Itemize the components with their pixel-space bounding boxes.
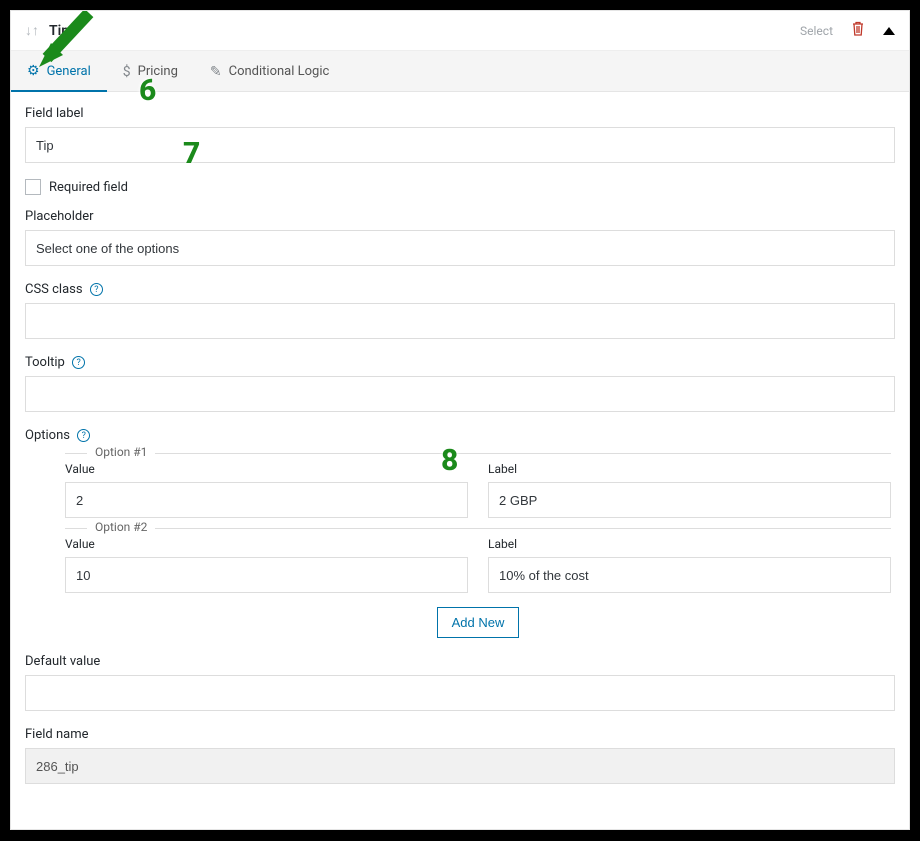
option-label-caption: Label <box>488 462 891 476</box>
option-label-caption: Label <box>488 537 891 551</box>
option-label-input[interactable] <box>488 557 891 593</box>
tab-conditional-label: Conditional Logic <box>229 64 330 79</box>
field-editor-panel: ↓↑ Tip Select ⚙ General $ Pricing ✎ Cond… <box>10 10 910 830</box>
option-row: Value Label ✕ <box>65 537 891 593</box>
required-field-row: Required field <box>25 179 895 195</box>
option-1-title: Option #1 <box>87 445 155 459</box>
tab-pricing[interactable]: $ Pricing <box>107 51 194 91</box>
remove-option-icon[interactable]: ✕ <box>909 569 910 585</box>
header-actions: Select <box>800 21 895 40</box>
add-new-row: Add New <box>65 607 891 638</box>
css-class-caption: CSS class ? <box>25 282 895 297</box>
tab-bar: ⚙ General $ Pricing ✎ Conditional Logic <box>11 51 909 92</box>
option-value-input[interactable] <box>65 557 468 593</box>
default-value-input[interactable] <box>25 675 895 711</box>
field-label-caption: Field label <box>25 106 895 121</box>
default-value-caption: Default value <box>25 654 895 669</box>
option-value-input[interactable] <box>65 482 468 518</box>
panel-title: Tip <box>49 23 69 39</box>
help-icon[interactable]: ? <box>90 283 103 296</box>
required-field-label: Required field <box>49 180 128 195</box>
options-caption: Options ? <box>25 428 895 443</box>
option-value-col: Value <box>65 462 468 518</box>
help-icon[interactable]: ? <box>77 429 90 442</box>
select-type-label: Select <box>800 24 833 38</box>
option-label-col: Label <box>488 462 891 518</box>
tooltip-label-text: Tooltip <box>25 355 65 370</box>
placeholder-group: Placeholder <box>25 209 895 266</box>
gear-icon: ⚙ <box>27 63 40 79</box>
field-name-caption: Field name <box>25 727 895 742</box>
dollar-icon: $ <box>123 64 131 80</box>
panel-header: ↓↑ Tip Select <box>11 11 909 51</box>
tooltip-group: Tooltip ? <box>25 355 895 412</box>
option-value-col: Value <box>65 537 468 593</box>
option-row: Value Label ✕ <box>65 462 891 518</box>
placeholder-caption: Placeholder <box>25 209 895 224</box>
field-label-input[interactable] <box>25 127 895 163</box>
field-label-group: Field label <box>25 106 895 163</box>
wand-icon: ✎ <box>210 64 222 80</box>
option-label-col: Label <box>488 537 891 593</box>
option-label-input[interactable] <box>488 482 891 518</box>
add-new-button[interactable]: Add New <box>437 607 520 638</box>
options-group: Options ? Option #1 Value Label ✕ <box>25 428 895 638</box>
tab-general-label: General <box>47 64 91 79</box>
tab-conditional-logic[interactable]: ✎ Conditional Logic <box>194 51 345 91</box>
option-2-title: Option #2 <box>87 520 155 534</box>
tab-general[interactable]: ⚙ General <box>11 51 107 92</box>
tab-pricing-label: Pricing <box>138 64 178 79</box>
tooltip-input[interactable] <box>25 376 895 412</box>
field-name-group: Field name <box>25 727 895 784</box>
collapse-icon[interactable] <box>883 27 895 35</box>
option-1-legend: Option #1 <box>65 453 891 454</box>
placeholder-input[interactable] <box>25 230 895 266</box>
sort-handle-icon[interactable]: ↓↑ <box>25 22 39 39</box>
options-label-text: Options <box>25 428 70 443</box>
css-class-label-text: CSS class <box>25 282 83 297</box>
trash-icon[interactable] <box>851 21 865 40</box>
options-list: Option #1 Value Label ✕ Option #2 <box>25 453 895 638</box>
default-value-group: Default value <box>25 654 895 711</box>
option-2-legend: Option #2 <box>65 528 891 529</box>
option-value-caption: Value <box>65 537 468 551</box>
required-field-checkbox[interactable] <box>25 179 41 195</box>
field-name-input <box>25 748 895 784</box>
option-value-caption: Value <box>65 462 468 476</box>
css-class-input[interactable] <box>25 303 895 339</box>
panel-body: 6 7 8 Field label Required field Placeho… <box>11 92 909 820</box>
css-class-group: CSS class ? <box>25 282 895 339</box>
help-icon[interactable]: ? <box>72 356 85 369</box>
tooltip-caption: Tooltip ? <box>25 355 895 370</box>
remove-option-icon[interactable]: ✕ <box>909 494 910 510</box>
